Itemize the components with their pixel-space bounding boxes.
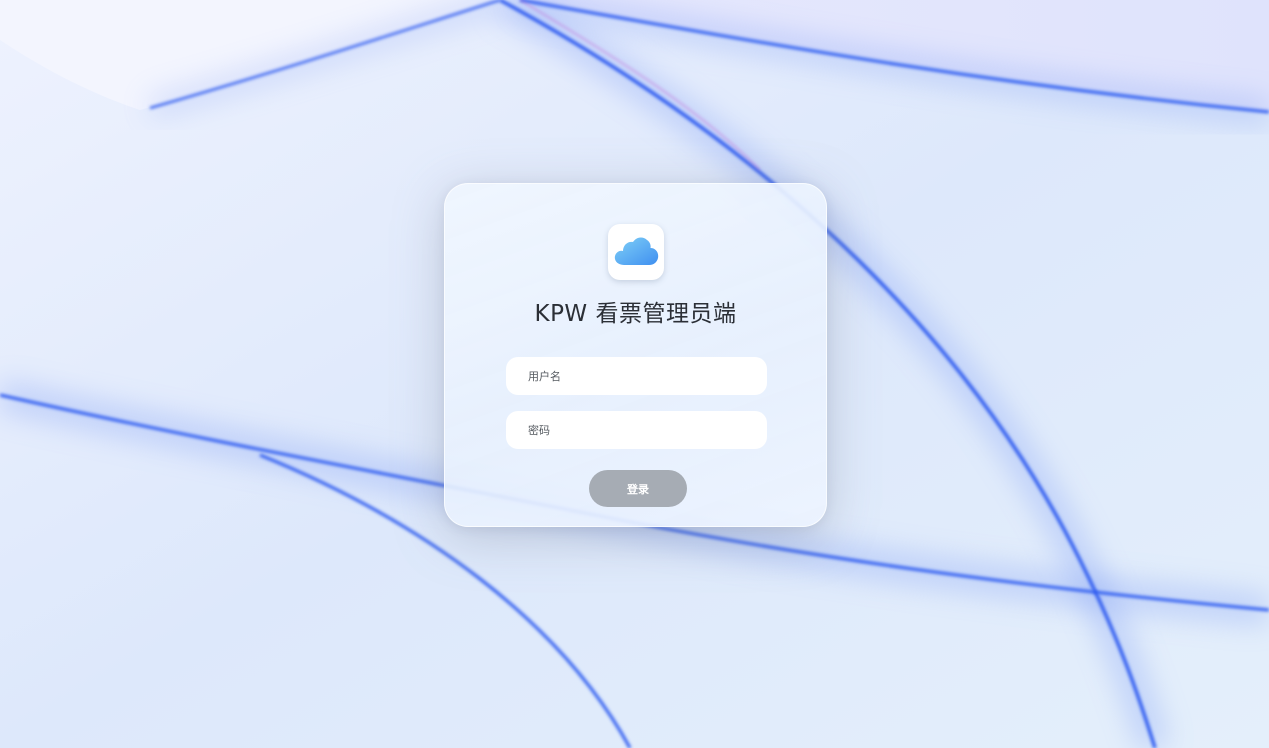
cloud-icon (608, 224, 664, 280)
app-title: KPW 看票管理员端 (534, 301, 737, 327)
username-input[interactable] (506, 357, 767, 395)
login-card: KPW 看票管理员端 登录 (444, 183, 827, 527)
login-button[interactable]: 登录 (589, 470, 687, 507)
password-input[interactable] (506, 411, 767, 449)
